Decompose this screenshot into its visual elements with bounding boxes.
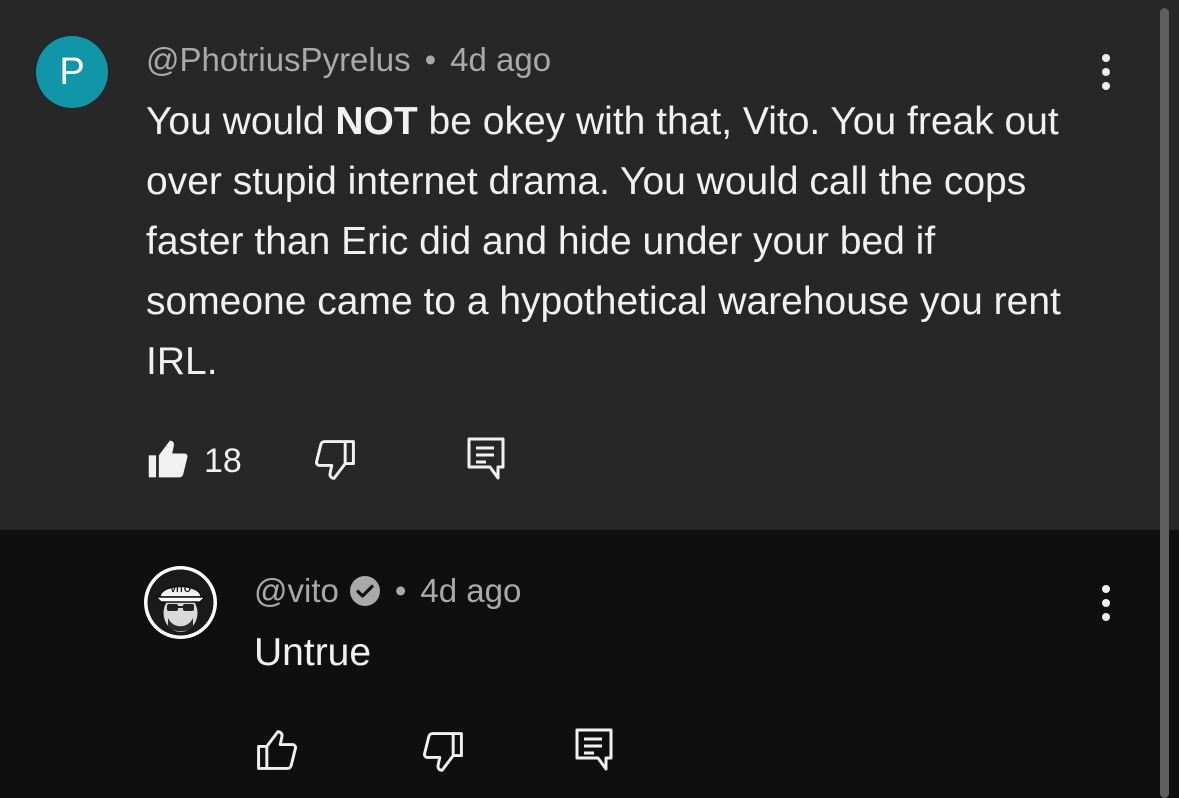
more-vertical-icon[interactable] [1096, 583, 1116, 623]
avatar[interactable]: P [36, 36, 108, 108]
comment-author[interactable]: @PhotriusPyrelus [146, 41, 411, 79]
comment-text-bold: NOT [335, 100, 418, 143]
reply-comment-icon [466, 436, 506, 487]
thumbs-up-outline-icon [254, 729, 298, 778]
thumbs-down-outline-icon [314, 437, 358, 486]
dislike-button[interactable] [314, 437, 358, 486]
avatar[interactable]: VITO [144, 566, 217, 639]
comment-text: You would NOT be okey with that, Vito. Y… [146, 92, 1106, 392]
scrollbar[interactable] [1160, 8, 1169, 798]
like-count: 18 [204, 442, 242, 480]
meta-separator: • [424, 41, 437, 78]
comment-meta: @PhotriusPyrelus • 4d ago [146, 40, 551, 80]
comment-timestamp[interactable]: 4d ago [450, 41, 551, 79]
avatar-badge-text: VITO [170, 584, 191, 594]
like-button[interactable]: 18 [146, 437, 242, 486]
reply-button[interactable] [466, 436, 506, 487]
comment-text-part1: You would [146, 100, 336, 143]
meta-separator: • [394, 572, 407, 609]
like-button[interactable] [254, 729, 298, 778]
verified-check-icon [349, 575, 381, 607]
avatar-letter: P [59, 50, 85, 93]
reply-button[interactable] [574, 727, 614, 778]
reply-comment-icon [574, 727, 614, 778]
thumbs-up-filled-icon [146, 437, 190, 486]
dislike-button[interactable] [422, 729, 466, 778]
reply-meta: @vito • 4d ago [254, 571, 521, 611]
more-vertical-icon[interactable] [1096, 52, 1116, 92]
reply-author[interactable]: @vito [254, 572, 339, 610]
thumbs-down-outline-icon [422, 729, 466, 778]
reply-timestamp[interactable]: 4d ago [420, 572, 521, 610]
reply-text: Untrue [254, 631, 372, 674]
